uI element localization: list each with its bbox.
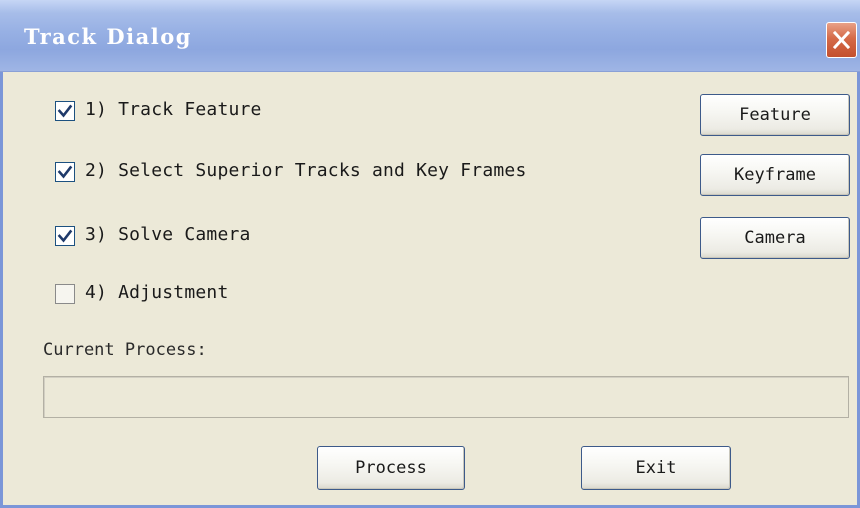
checkmark-icon xyxy=(57,104,73,118)
solve-camera-checkbox[interactable] xyxy=(55,226,75,246)
select-tracks-checkbox[interactable] xyxy=(55,162,75,182)
title-bar[interactable]: Track Dialog xyxy=(0,0,860,72)
checkmark-icon xyxy=(57,165,73,179)
track-feature-checkbox[interactable] xyxy=(55,101,75,121)
progress-bar xyxy=(43,376,849,418)
exit-button[interactable]: Exit xyxy=(581,446,731,490)
window-title: Track Dialog xyxy=(24,24,192,49)
track-feature-label: 1) Track Feature xyxy=(85,99,262,120)
close-button[interactable] xyxy=(826,22,857,58)
checkmark-icon xyxy=(57,229,73,243)
adjustment-label: 4) Adjustment xyxy=(85,282,229,303)
select-tracks-label: 2) Select Superior Tracks and Key Frames xyxy=(85,160,527,181)
adjustment-checkbox[interactable] xyxy=(55,284,75,304)
process-button[interactable]: Process xyxy=(317,446,465,490)
close-icon xyxy=(833,31,850,49)
camera-button[interactable]: Camera xyxy=(700,217,850,259)
keyframe-button[interactable]: Keyframe xyxy=(700,154,850,196)
feature-button[interactable]: Feature xyxy=(700,94,850,136)
solve-camera-label: 3) Solve Camera xyxy=(85,224,251,245)
current-process-label: Current Process: xyxy=(43,340,207,360)
track-dialog-window: Track Dialog 1) Track Feature 2) Select … xyxy=(0,0,860,508)
